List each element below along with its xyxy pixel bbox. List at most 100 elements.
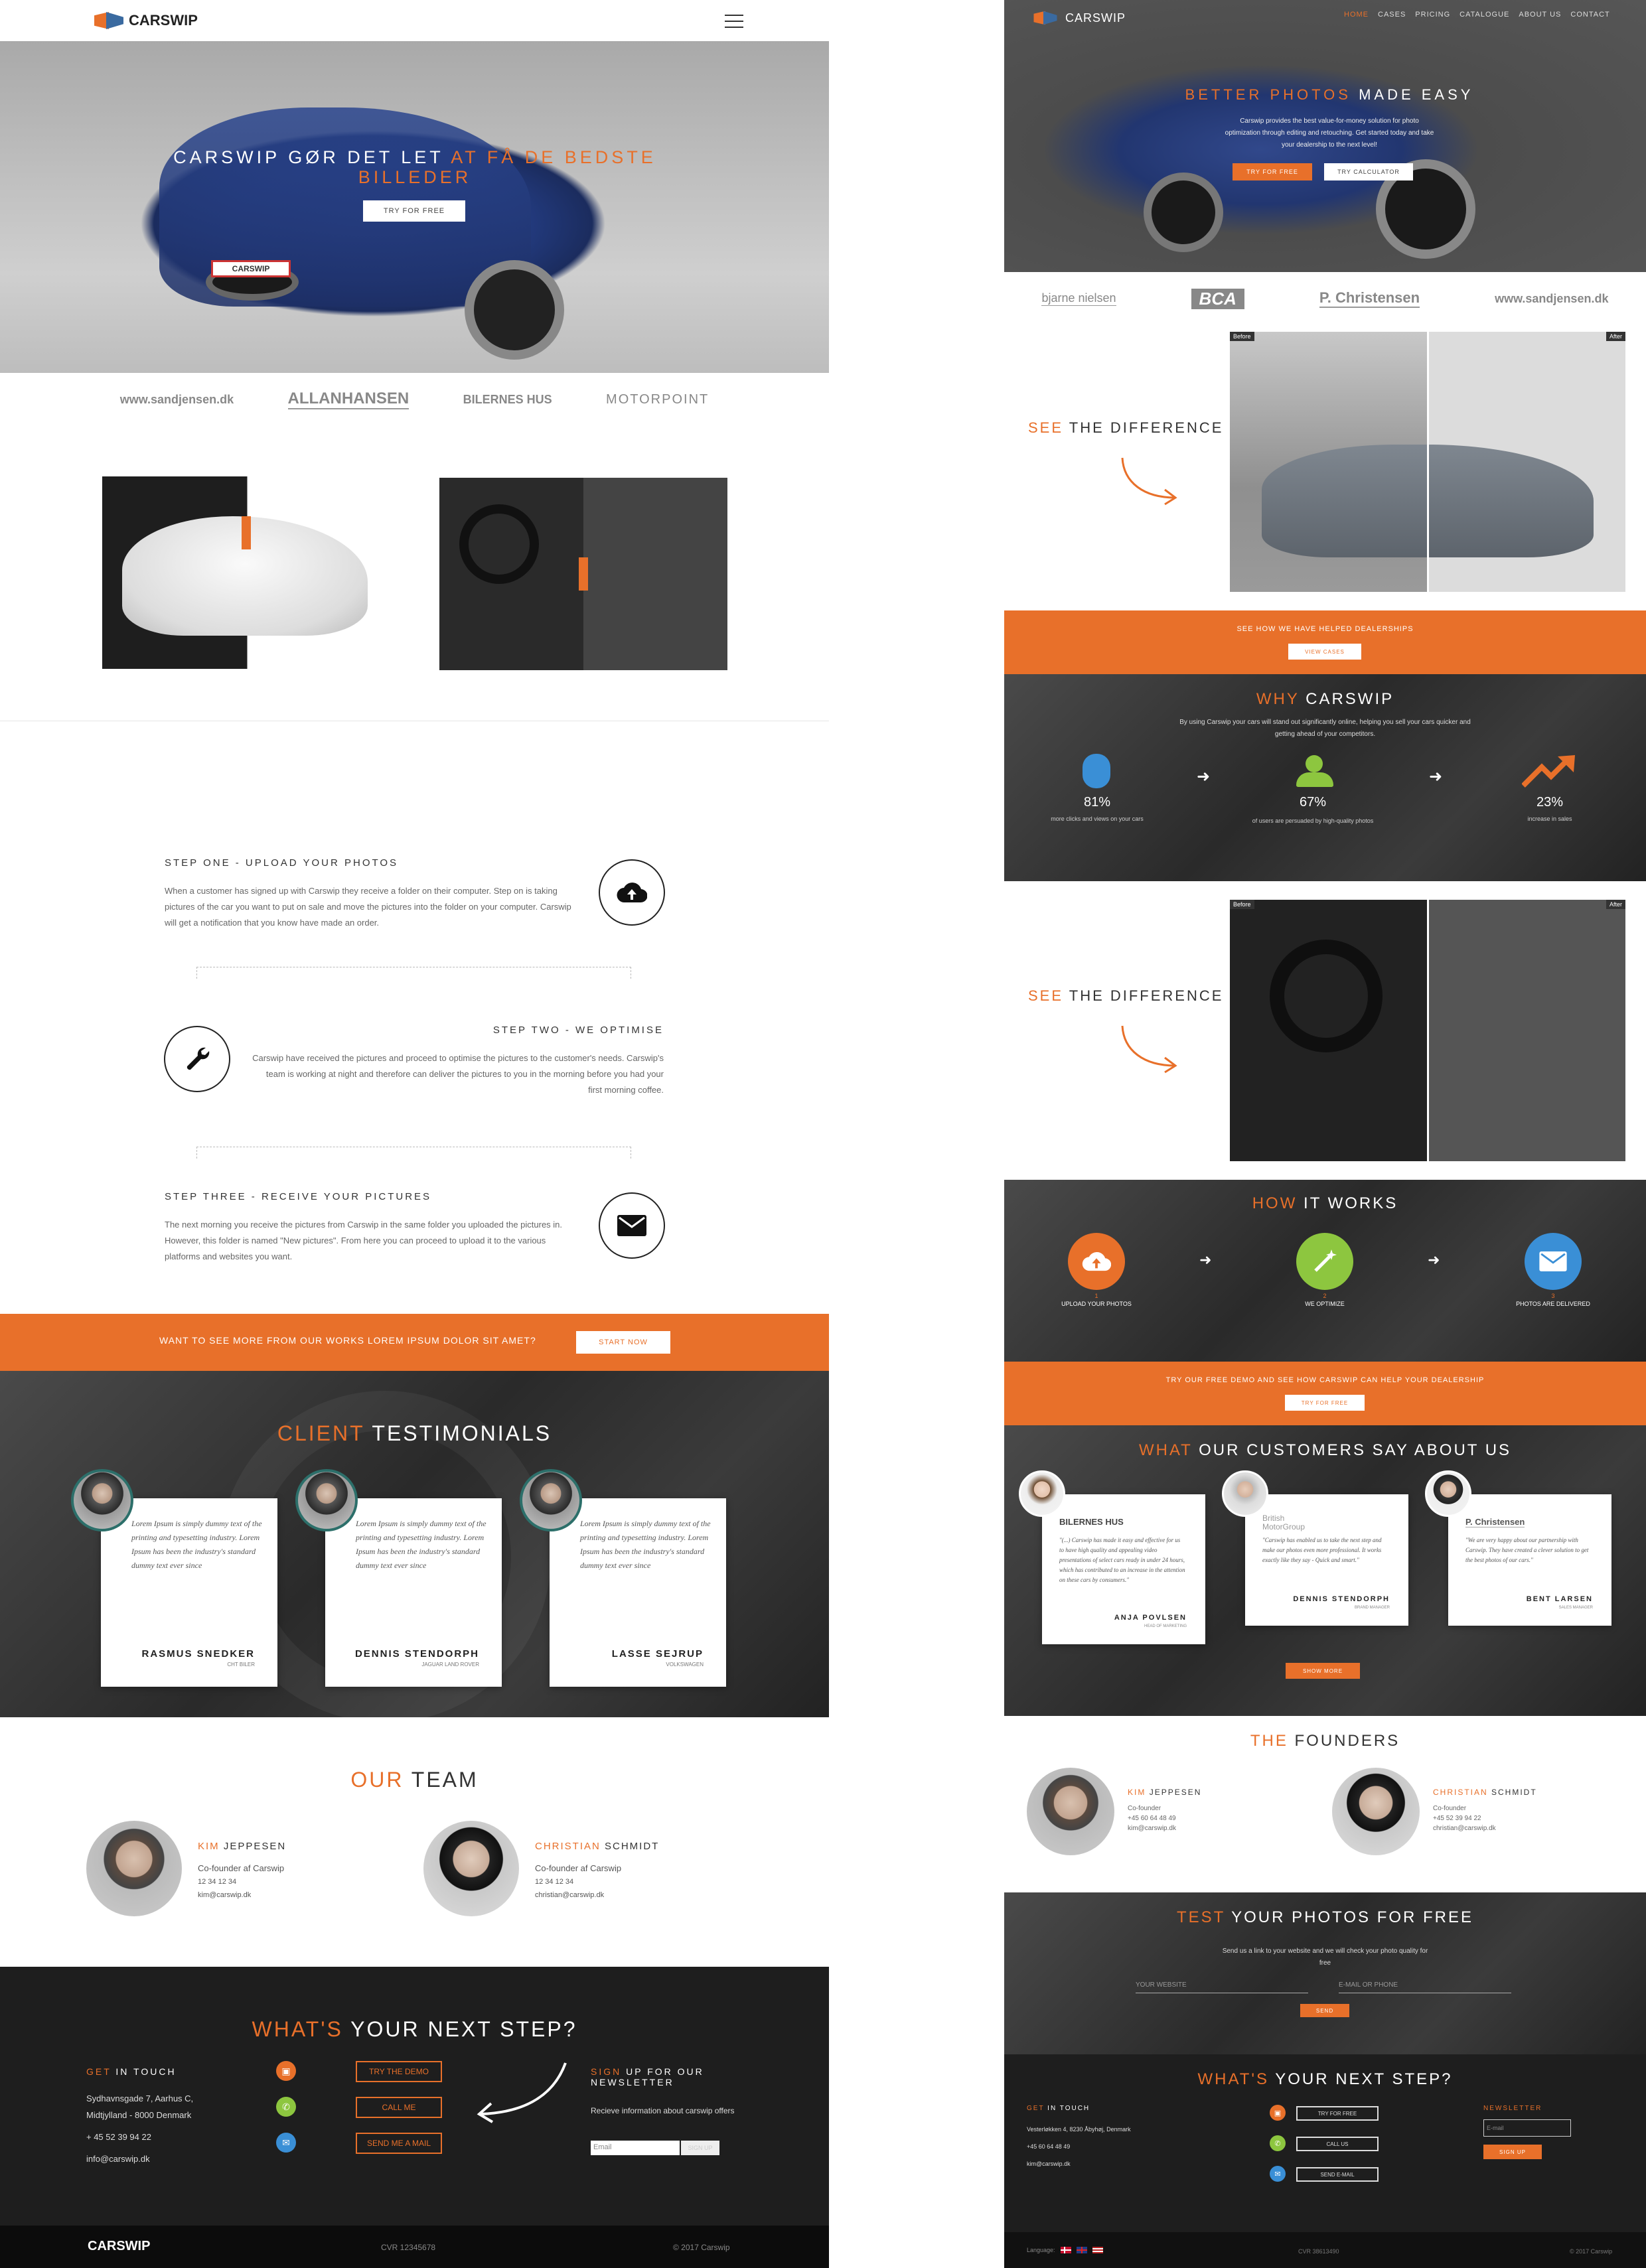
avatar [520, 1469, 582, 1531]
trend-up-icon [1522, 755, 1575, 788]
avatar [71, 1469, 133, 1531]
nav-home[interactable]: HOME [1344, 11, 1369, 19]
title-white: TESTIMONIALS [372, 1421, 552, 1445]
brand-name: CARSWIP [1065, 11, 1126, 25]
danish-flag-icon[interactable] [1060, 2247, 1071, 2253]
team-member-info: Co-founder af Carswip 12 34 12 34 christ… [535, 1862, 621, 1902]
logo[interactable]: CARSWIP [1031, 9, 1126, 27]
send-email-button[interactable]: SEND E-MAIL [1296, 2167, 1379, 2182]
email-phone-input[interactable]: E-MAIL OR PHONE [1339, 1979, 1511, 1993]
newsletter-email-input[interactable]: Email [591, 2141, 680, 2155]
founder-photo [1027, 1768, 1114, 1855]
stat-label: increase in sales [1527, 815, 1572, 822]
team-member-name: CHRISTIAN SCHMIDT [535, 1841, 659, 1852]
testimonial-quote: Lorem Ipsum is simply dummy text of the … [580, 1519, 711, 1570]
how-it-works-section: HOW IT WORKS ➜ ➜ 1 UPLOAD YOUR PHOTOS 2 WE… [1004, 1180, 1646, 1362]
steering-wheel-image [459, 504, 539, 584]
member-email[interactable]: christian@carswip.dk [535, 1888, 621, 1902]
try-for-free-button[interactable]: TRY FOR FREE [1296, 2106, 1379, 2121]
send-mail-button[interactable]: SEND ME A MAIL [356, 2133, 442, 2154]
title-orange: OUR [350, 1768, 404, 1792]
website-input[interactable]: YOUR WEBSITE [1136, 1979, 1308, 1993]
uk-flag-icon[interactable] [1076, 2247, 1087, 2253]
client-logo: www.sandjensen.dk [1495, 291, 1609, 305]
title-dark: THE DIFFERENCE [1069, 419, 1224, 436]
try-calculator-button[interactable]: TRY CALCULATOR [1324, 163, 1413, 180]
customers-title: WHAT OUR CUSTOMERS SAY ABOUT US [1004, 1441, 1646, 1460]
founder-info: Co-founder +45 60 64 48 49 kim@carswip.d… [1128, 1804, 1176, 1833]
send-button[interactable]: SEND [1300, 2004, 1349, 2017]
nav-about[interactable]: ABOUT US [1519, 11, 1561, 19]
slider-divider[interactable] [1427, 332, 1429, 592]
step-title: STEP THREE - RECEIVE YOUR PICTURES [165, 1191, 432, 1202]
nav-catalogue[interactable]: CATALOGUE [1459, 11, 1509, 19]
before-label: Before [1230, 332, 1254, 341]
hamburger-menu-icon[interactable] [725, 13, 743, 28]
step-label: UPLOAD YOUR PHOTOS [1061, 1301, 1132, 1307]
founder-email[interactable]: kim@carswip.dk [1128, 1823, 1176, 1833]
mouse-icon [1083, 754, 1110, 788]
signup-button[interactable]: SIGN UP [1483, 2145, 1542, 2159]
nav-contact[interactable]: CONTACT [1570, 11, 1609, 19]
customer-name: ANJA POVLSEN [1114, 1614, 1187, 1622]
step-two: STEP TWO - WE OPTIMISE Carswip have rece… [252, 1025, 664, 1098]
start-now-button[interactable]: START NOW [576, 1331, 670, 1354]
show-more-button[interactable]: SHOW MORE [1286, 1663, 1360, 1679]
next-step-title: WHAT'S YOUR NEXT STEP? [1004, 2070, 1646, 2089]
customer-role: HEAD OF MARKETING [1144, 1624, 1187, 1628]
before-after-exterior[interactable]: Before After [1230, 332, 1625, 592]
footer-copyright: © 2017 Carswip [673, 2243, 730, 2252]
try-demo-button[interactable]: TRY THE DEMO [356, 2061, 442, 2082]
team-member-info: Co-founder af Carswip 12 34 12 34 kim@ca… [198, 1862, 284, 1902]
customer-card: P. Christensen "We are very happy about … [1448, 1494, 1611, 1626]
language-label: Language: [1027, 2247, 1055, 2253]
wheel [465, 260, 564, 360]
title-orange: GET [86, 2066, 112, 2077]
testimonials-title: CLIENT TESTIMONIALS [0, 1421, 829, 1446]
nav-cases[interactable]: CASES [1378, 11, 1406, 19]
us-flag-icon[interactable] [1092, 2247, 1103, 2253]
call-me-button[interactable]: CALL ME [356, 2097, 442, 2118]
title-orange: CLIENT [277, 1421, 365, 1445]
before-after-interior[interactable] [439, 478, 727, 670]
last-name: SCHMIDT [605, 1841, 660, 1852]
slider-handle[interactable] [579, 557, 588, 591]
step-number: 3 [1551, 1293, 1555, 1299]
try-for-free-button[interactable]: TRY FOR FREE [363, 200, 465, 222]
try-for-free-button[interactable]: TRY FOR FREE [1233, 163, 1312, 180]
arrow-icon [1121, 1025, 1177, 1074]
nav-pricing[interactable]: PRICING [1415, 11, 1450, 19]
view-cases-button[interactable]: VIEW CASES [1288, 644, 1361, 660]
stat: 23% increase in sales [1483, 795, 1616, 822]
step-title: STEP TWO - WE OPTIMISE [492, 1025, 664, 1036]
testimonial-card: Lorem Ipsum is simply dummy text of the … [101, 1498, 277, 1687]
before-after-exterior[interactable] [102, 476, 392, 669]
carswip-logo-icon [1033, 11, 1057, 25]
slider-divider[interactable] [1427, 900, 1429, 1161]
founder-email[interactable]: christian@carswip.dk [1433, 1823, 1496, 1833]
email[interactable]: info@carswip.dk [86, 2151, 193, 2167]
signup-button[interactable]: SIGN UP [681, 2141, 719, 2155]
step-number: 1 [1094, 1293, 1098, 1299]
member-email[interactable]: kim@carswip.dk [198, 1888, 284, 1902]
footer: CARSWIP CVR 12345678 © 2017 Carswip [0, 2226, 829, 2268]
try-for-free-button[interactable]: TRY FOR FREE [1285, 1395, 1365, 1411]
newsletter-email-input[interactable]: E-mail [1483, 2119, 1571, 2137]
testimonial-company: VOLKSWAGEN [666, 1662, 704, 1667]
call-us-button[interactable]: CALL US [1296, 2137, 1379, 2151]
test-title: TEST YOUR PHOTOS FOR FREE [1004, 1908, 1646, 1927]
before-after-interior[interactable]: Before After [1230, 900, 1625, 1161]
hero-text: Carswip provides the best value-for-mone… [1225, 117, 1434, 149]
customer-logo: P. Christensen [1465, 1517, 1525, 1527]
stat: 67% of users are persuaded by high-qualit… [1246, 795, 1379, 826]
footer-copyright: © 2017 Carswip [1570, 2248, 1613, 2255]
customer-role: BRAND MANAGER [1354, 1606, 1390, 1610]
slider-handle[interactable] [242, 516, 251, 549]
customer-role: SALES MANAGER [1558, 1606, 1593, 1610]
email[interactable]: kim@carswip.dk [1027, 2155, 1131, 2172]
left-page: CARSWIP CARSWIP CARSWIP GØR DET LET AT F… [0, 0, 829, 2268]
how-step: 1 UPLOAD YOUR PHOTOS [1037, 1293, 1156, 1307]
title-white: YOUR NEXT STEP? [1275, 2070, 1453, 2088]
customer-logo: British MotorGroup [1262, 1514, 1306, 1531]
logo[interactable]: CARSWIP [94, 12, 198, 29]
